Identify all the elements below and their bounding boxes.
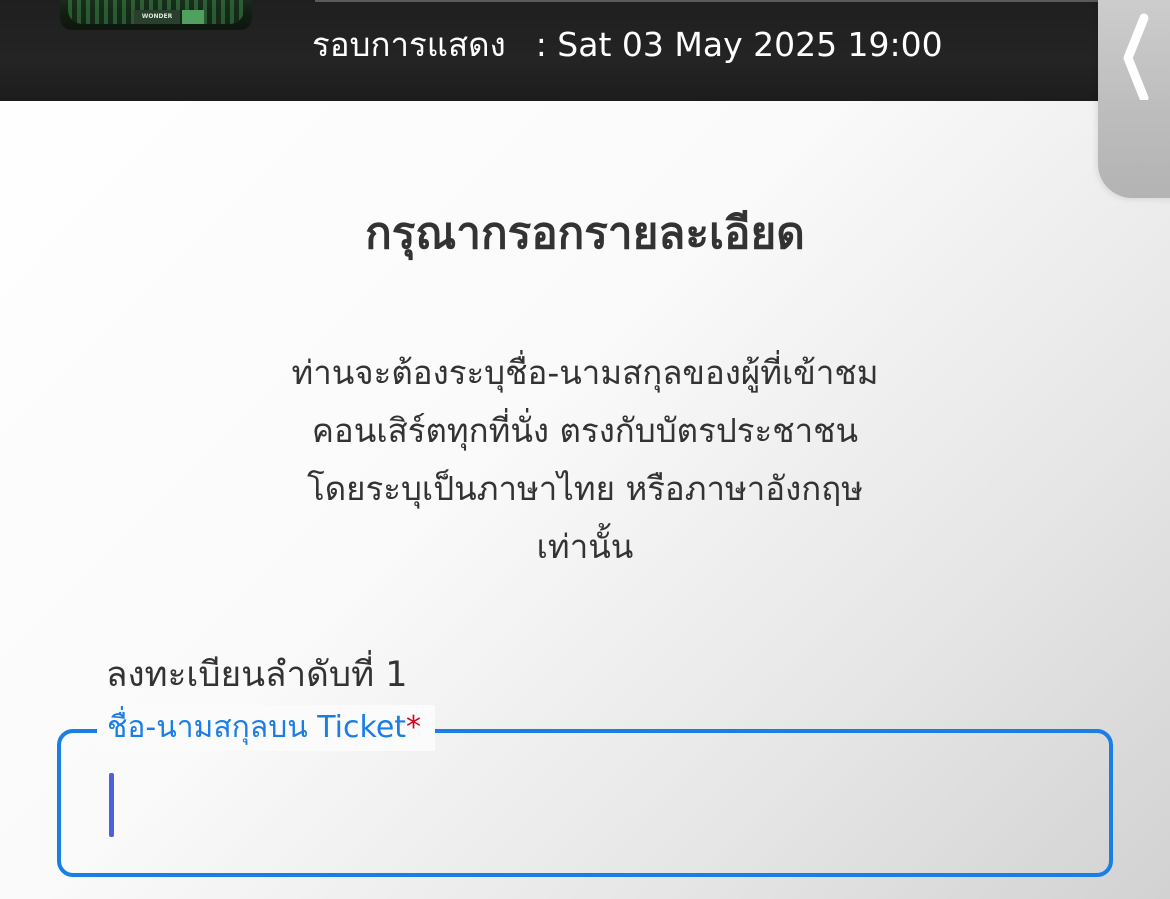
event-header: WONDER รอบการแสดง : Sat 03 May 2025 19:00: [0, 0, 1170, 101]
showtime-info: รอบการแสดง : Sat 03 May 2025 19:00: [312, 20, 943, 70]
ticket-name-field[interactable]: ชื่อ-นามสกุลบน Ticket*: [57, 705, 1113, 877]
text-caret: [109, 773, 114, 837]
showtime-value: : Sat 03 May 2025 19:00: [535, 25, 943, 64]
instructions-text: ท่านจะต้องระบุชื่อ-นามสกุลของผู้ที่เข้าช…: [185, 344, 985, 576]
header-divider: [315, 0, 1105, 2]
registration-number-label: ลงทะเบียนลำดับที่ 1: [106, 655, 408, 695]
field-label-text: ชื่อ-นามสกุลบน Ticket: [107, 710, 407, 745]
instructions-line: ท่านจะต้องระบุชื่อ-นามสกุลของผู้ที่เข้าช…: [291, 353, 879, 392]
showtime-label: รอบการแสดง: [312, 25, 506, 64]
page-title: กรุณากรอกรายละเอียด: [365, 208, 805, 259]
instructions-line: เท่านั้น: [536, 527, 634, 566]
ticket-name-field-label: ชื่อ-นามสกุลบน Ticket*: [97, 705, 436, 751]
event-thumbnail: WONDER: [60, 0, 252, 30]
back-button[interactable]: [1098, 0, 1170, 198]
instructions-line: คอนเสิร์ตทุกที่นั่ง ตรงกับบัตรประชาชน: [311, 411, 859, 450]
required-asterisk: *: [406, 710, 422, 745]
thumbnail-logo: WONDER: [134, 10, 180, 24]
instructions-line: โดยระบุเป็นภาษาไทย หรือภาษาอังกฤษ: [307, 469, 863, 508]
chevron-left-icon: [1123, 13, 1149, 100]
ticket-name-input[interactable]: [81, 753, 1075, 855]
thumbnail-badge: [182, 10, 204, 24]
